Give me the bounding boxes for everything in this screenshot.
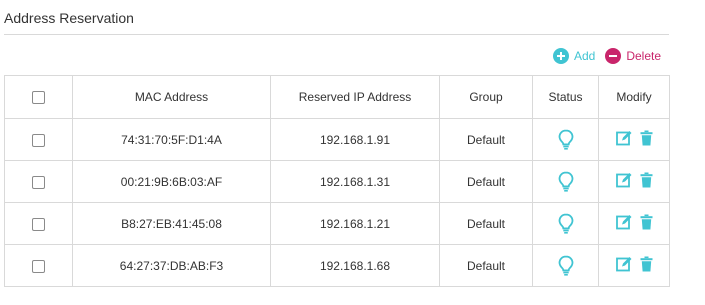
mac-cell: 00:21:9B:6B:03:AF (72, 160, 271, 203)
edit-icon[interactable] (615, 214, 632, 230)
lightbulb-icon[interactable] (558, 255, 574, 276)
modify-cell (598, 160, 670, 203)
group-cell: Default (439, 244, 533, 287)
table-header-row: MAC Address Reserved IP Address Group St… (4, 75, 670, 119)
row-checkbox[interactable] (32, 133, 45, 147)
edit-icon[interactable] (615, 130, 632, 146)
delete-button[interactable]: Delete (605, 48, 661, 64)
status-cell (532, 202, 599, 245)
trash-icon[interactable] (640, 256, 653, 272)
ip-cell: 192.168.1.21 (270, 202, 440, 245)
row-select-cell (4, 244, 73, 287)
group-cell: Default (439, 202, 533, 245)
trash-icon[interactable] (640, 214, 653, 230)
modify-cell (598, 244, 670, 287)
row-checkbox[interactable] (32, 259, 45, 273)
table-row: 00:21:9B:6B:03:AF 192.168.1.31 Default (4, 160, 670, 203)
trash-icon[interactable] (640, 130, 653, 146)
column-header-status: Status (532, 75, 599, 119)
row-select-cell (4, 118, 73, 161)
table-toolbar: Add Delete (552, 48, 661, 64)
modify-cell (598, 118, 670, 161)
add-circle-icon (552, 48, 569, 64)
lightbulb-icon[interactable] (558, 129, 574, 150)
mac-cell: 74:31:70:5F:D1:4A (72, 118, 271, 161)
mac-cell: B8:27:EB:41:45:08 (72, 202, 271, 245)
trash-icon[interactable] (640, 172, 653, 188)
delete-button-label: Delete (626, 49, 661, 63)
column-header-modify: Modify (598, 75, 670, 119)
ip-cell: 192.168.1.31 (270, 160, 440, 203)
group-cell: Default (439, 118, 533, 161)
status-cell (532, 118, 599, 161)
status-cell (532, 160, 599, 203)
column-header-ip: Reserved IP Address (270, 75, 440, 119)
row-select-cell (4, 160, 73, 203)
column-header-mac: MAC Address (72, 75, 271, 119)
add-button[interactable]: Add (552, 48, 596, 64)
row-checkbox[interactable] (32, 217, 45, 231)
lightbulb-icon[interactable] (558, 213, 574, 234)
select-all-cell (4, 75, 73, 119)
section-title: Address Reservation (4, 10, 134, 26)
table-row: 64:27:37:DB:AB:F3 192.168.1.68 Default (4, 244, 670, 287)
modify-cell (598, 202, 670, 245)
lightbulb-icon[interactable] (558, 171, 574, 192)
address-reservation-table: MAC Address Reserved IP Address Group St… (4, 75, 670, 287)
row-select-cell (4, 202, 73, 245)
status-cell (532, 244, 599, 287)
table-row: 74:31:70:5F:D1:4A 192.168.1.91 Default (4, 118, 670, 161)
ip-cell: 192.168.1.68 (270, 244, 440, 287)
mac-cell: 64:27:37:DB:AB:F3 (72, 244, 271, 287)
add-button-label: Add (573, 49, 596, 63)
edit-icon[interactable] (615, 256, 632, 272)
edit-icon[interactable] (615, 172, 632, 188)
select-all-checkbox[interactable] (32, 91, 45, 105)
ip-cell: 192.168.1.91 (270, 118, 440, 161)
column-header-group: Group (439, 75, 533, 119)
table-row: B8:27:EB:41:45:08 192.168.1.21 Default (4, 202, 670, 245)
title-divider (4, 34, 669, 35)
group-cell: Default (439, 160, 533, 203)
remove-circle-icon (605, 48, 622, 64)
row-checkbox[interactable] (32, 175, 45, 189)
